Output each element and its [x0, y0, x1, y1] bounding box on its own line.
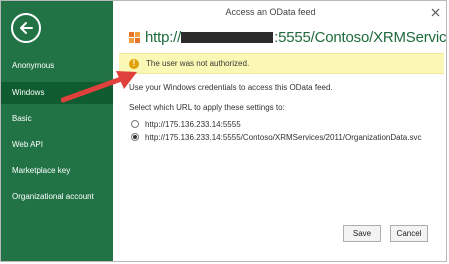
url-option-label: http://175.136.233.14:5555 [145, 119, 241, 129]
warning-banner: ! The user was not authorized. [119, 53, 444, 74]
close-button[interactable] [428, 5, 442, 19]
url-option-full-radio[interactable] [131, 133, 139, 141]
close-icon [431, 8, 439, 16]
odata-dialog: Anonymous Windows Basic Web API Marketpl… [0, 0, 447, 262]
warning-icon: ! [129, 58, 139, 69]
url-select-prompt: Select which URL to apply these settings… [129, 103, 285, 112]
annotation-arrow [61, 71, 137, 103]
cancel-button[interactable]: Cancel [390, 225, 428, 242]
url-option-root-radio[interactable] [131, 120, 139, 128]
sidebar: Anonymous Windows Basic Web API Marketpl… [1, 1, 113, 261]
url-option-root[interactable]: http://175.136.233.14:5555 [131, 118, 241, 130]
credentials-instruction: Use your Windows credentials to access t… [129, 83, 333, 92]
feed-url-header: http:// :5555/Contoso/XRMServices/2... [129, 27, 447, 47]
redacted-host [181, 31, 274, 43]
sidebar-item-marketplace-key[interactable]: Marketplace key [1, 160, 113, 182]
url-option-full[interactable]: http://175.136.233.14:5555/Contoso/XRMSe… [131, 131, 421, 143]
sidebar-item-organizational-account[interactable]: Organizational account [1, 186, 113, 208]
save-button[interactable]: Save [343, 225, 381, 242]
back-arrow-icon [20, 22, 33, 34]
feed-url-prefix: http:// [145, 28, 182, 46]
feed-url: http:// :5555/Contoso/XRMServices/2... [145, 28, 447, 46]
url-option-label: http://175.136.233.14:5555/Contoso/XRMSe… [145, 132, 422, 142]
sidebar-item-basic[interactable]: Basic [1, 108, 113, 130]
feed-url-suffix: :5555/Contoso/XRMServices/2... [274, 28, 447, 46]
odata-feed-icon [129, 31, 140, 43]
sidebar-item-web-api[interactable]: Web API [1, 134, 113, 156]
warning-message: The user was not authorized. [146, 59, 250, 68]
back-button[interactable] [11, 13, 41, 43]
dialog-title: Access an OData feed [225, 7, 316, 17]
